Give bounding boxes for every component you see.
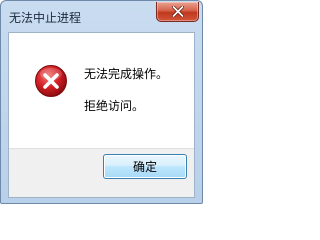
title-bar[interactable]: 无法中止进程 xyxy=(1,1,202,33)
error-message: 无法完成操作。 xyxy=(84,67,169,81)
close-icon xyxy=(172,6,184,17)
message-area: 无法完成操作。 拒绝访问。 xyxy=(9,33,194,148)
dialog-window: 无法中止进程 无法完成操作。 拒绝访问。 确定 xyxy=(0,0,203,204)
dialog-client-area: 无法完成操作。 拒绝访问。 确定 xyxy=(8,32,195,198)
error-detail: 拒绝访问。 xyxy=(84,99,145,113)
error-icon xyxy=(35,65,67,97)
window-title: 无法中止进程 xyxy=(9,11,82,25)
close-button[interactable] xyxy=(156,2,199,22)
button-bar: 确定 xyxy=(9,148,194,197)
ok-button[interactable]: 确定 xyxy=(103,154,187,179)
